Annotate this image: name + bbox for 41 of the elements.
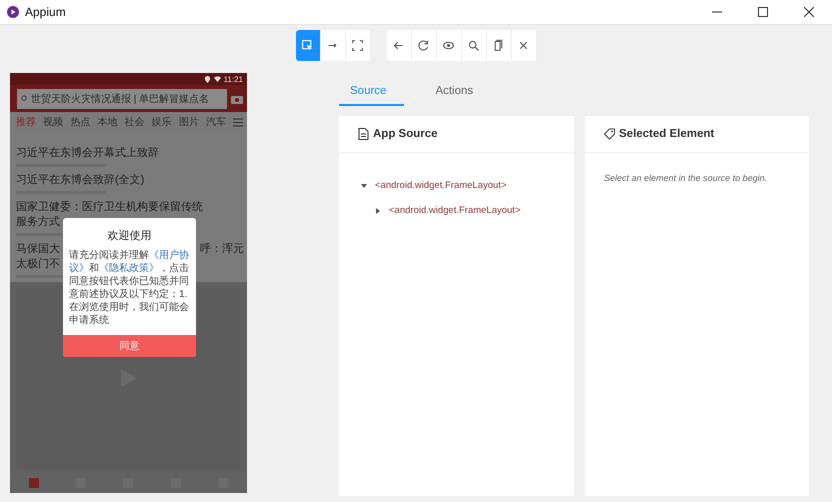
agree-button[interactable]: 同意 xyxy=(63,335,196,357)
news-headline[interactable]: 呼：浑元 xyxy=(200,242,244,257)
hint-text: Select an element in the source to begin. xyxy=(603,172,768,183)
collapsed-icon[interactable] xyxy=(375,208,381,214)
menu-icon[interactable] xyxy=(233,118,243,126)
location-icon xyxy=(204,76,211,82)
channel-tab[interactable]: 本地 xyxy=(97,115,118,129)
channel-tab[interactable]: 热点 xyxy=(70,115,90,129)
status-time: 11:21 xyxy=(224,74,243,84)
expanded-icon[interactable] xyxy=(361,182,367,188)
app-logo-icon xyxy=(7,6,19,18)
dialog-title: 欢迎使用 xyxy=(106,228,152,244)
wifi-icon xyxy=(214,76,221,82)
news-headline[interactable]: 太极门不 xyxy=(16,257,60,272)
dialog-text: 请充分阅读并理解《用户协议》和《隐私政策》，点击同意按钮代表你已知悉并同意前述协议及以下约定：1. 在浏览使用时，我们可能会申请系统 xyxy=(68,249,190,328)
tree-node[interactable]: <android.widget.FrameLayout> xyxy=(389,205,520,216)
channel-tab[interactable]: 推荐 xyxy=(16,115,36,129)
news-headline[interactable]: 习近平在东博会致辞(全文) xyxy=(16,173,144,188)
window-title: Appium xyxy=(25,5,67,19)
cursor-icon[interactable] xyxy=(296,30,320,60)
channel-tab[interactable]: 视频 xyxy=(43,115,64,129)
camera-icon[interactable] xyxy=(231,94,243,104)
close-icon[interactable] xyxy=(804,7,814,17)
panel-title: Selected Element xyxy=(619,128,714,140)
tab[interactable]: Source xyxy=(339,85,404,106)
news-headline[interactable]: 习近平在东博会开幕式上致辞 xyxy=(16,146,159,161)
channel-tab[interactable]: 社会 xyxy=(124,115,144,129)
news-headline[interactable]: 马保国大 xyxy=(16,242,60,257)
news-headline[interactable]: 服务方式 xyxy=(16,215,60,230)
tag-icon xyxy=(604,128,615,140)
tab[interactable]: Actions xyxy=(424,85,492,106)
news-headline[interactable]: 国家卫健委：医疗卫生机构要保留传统 xyxy=(16,200,203,215)
tree-node[interactable]: <android.widget.FrameLayout> xyxy=(375,180,506,191)
panel-title: App Source xyxy=(373,128,438,140)
channel-tab[interactable]: 汽车 xyxy=(206,115,226,129)
search-field[interactable]: 世贸天阶火灾情况通报 | 单巴解冒媒点名 xyxy=(17,88,227,108)
channel-tab[interactable]: 图片 xyxy=(178,115,199,129)
document-icon xyxy=(358,128,369,140)
maximize-icon[interactable] xyxy=(758,7,768,17)
channel-tab[interactable]: 娱乐 xyxy=(152,115,172,129)
search-icon xyxy=(21,95,28,102)
